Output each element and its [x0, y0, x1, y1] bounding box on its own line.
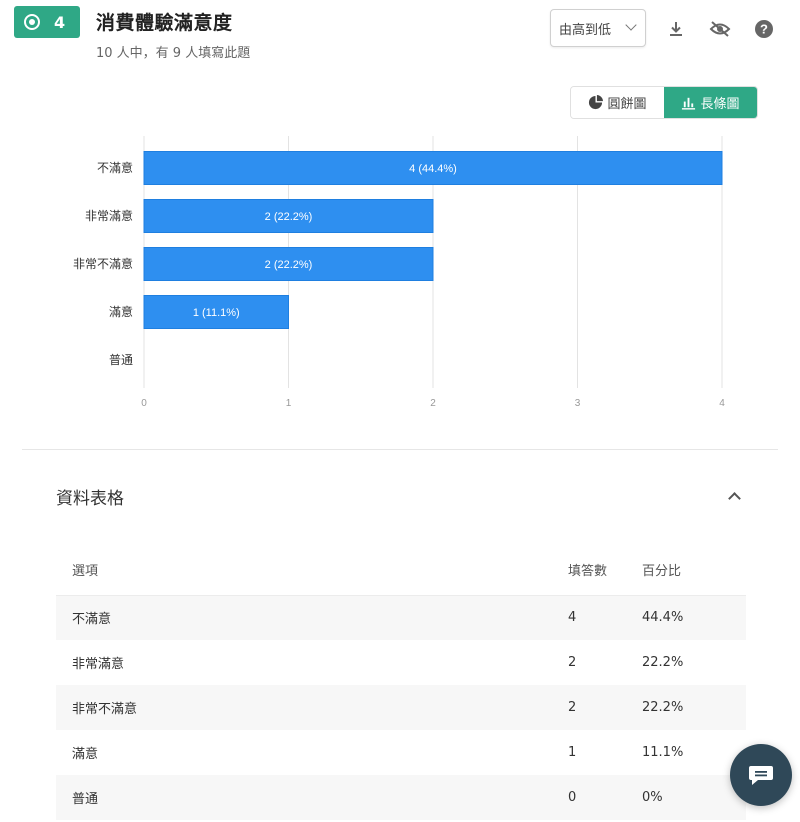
radio-icon: [24, 14, 40, 30]
response-count: 10 人中，有 9 人填寫此題: [96, 46, 251, 61]
column-header-count: 填答數: [568, 545, 642, 596]
y-category-label: 非常滿意: [85, 208, 133, 223]
row-count: 2: [568, 655, 577, 670]
x-tick-label: 4: [719, 398, 725, 409]
data-table-title: 資料表格: [56, 489, 124, 509]
chevron-down-icon: [625, 19, 637, 31]
bar-chart-button[interactable]: 長條圖: [664, 87, 757, 118]
bar-data-label: 2 (22.2%): [265, 211, 313, 223]
row-count: 1: [568, 745, 577, 760]
pie-chart-button[interactable]: 圓餅圖: [571, 87, 664, 118]
row-percent: 22.2%: [642, 685, 746, 730]
bar-chart-label: 長條圖: [700, 97, 740, 112]
row-option: 滿意: [72, 747, 99, 762]
bar-data-label: 4 (44.4%): [409, 163, 457, 175]
table-row: 滿意 1 11.1%: [56, 730, 746, 775]
row-count: 0: [568, 775, 642, 820]
bar-chart-icon: [682, 97, 696, 110]
divider: [22, 449, 778, 450]
chart-type-toggle: 圓餅圖 長條圖: [570, 86, 758, 119]
y-category-label: 非常不滿意: [73, 256, 133, 271]
chat-icon: [749, 766, 773, 785]
question-number-badge[interactable]: 4: [14, 6, 80, 38]
x-tick-label: 1: [286, 398, 292, 409]
row-percent: 44.4%: [642, 595, 746, 640]
download-icon[interactable]: [664, 17, 688, 41]
y-category-label: 普通: [109, 353, 133, 367]
help-icon[interactable]: ?: [752, 17, 776, 41]
table-header-row: 選項 填答數 百分比: [56, 545, 746, 596]
column-header-percent: 百分比: [642, 545, 746, 596]
y-category-label: 不滿意: [97, 160, 133, 175]
chevron-up-icon[interactable]: [726, 488, 742, 504]
bar-chart: 0 1 2 3 4 不滿意 4 (44.4%) 非常滿意 2 (22.2%) 非常不滿意 2 (22…: [0, 130, 800, 420]
row-option: 普通: [56, 775, 568, 820]
y-category-label: 滿意: [109, 304, 133, 319]
chat-button[interactable]: [730, 744, 792, 806]
row-count: 2: [568, 685, 642, 730]
x-tick-label: 2: [430, 398, 436, 409]
bar-chart-svg: 0 1 2 3 4 不滿意 4 (44.4%) 非常滿意 2 (22.2%) 非常不滿意 2 (22…: [73, 136, 725, 409]
eye-off-icon[interactable]: [708, 17, 732, 41]
question-number: 4: [54, 12, 66, 32]
x-tick-label: 0: [141, 398, 147, 409]
row-count: 4: [568, 595, 642, 640]
svg-text:?: ?: [760, 22, 768, 37]
table-row: 非常滿意 2 22.2%: [56, 640, 746, 685]
sort-select-value: 由高到低: [559, 22, 612, 38]
bar-data-label: 1 (11.1%): [193, 307, 240, 319]
row-option: 非常滿意: [72, 657, 125, 672]
row-option: 不滿意: [56, 595, 568, 640]
table-row: 不滿意 4 44.4%: [56, 595, 746, 640]
sort-select[interactable]: 由高到低: [550, 9, 646, 47]
data-table: 選項 填答數 百分比 不滿意 4 44.4% 非常滿意 2 22.2% 非常不滿…: [56, 545, 746, 820]
column-header-option: 選項: [56, 545, 568, 596]
row-option: 非常不滿意: [56, 685, 568, 730]
question-title: 消費體驗滿意度: [96, 12, 233, 34]
row-percent: 22.2%: [642, 655, 684, 670]
x-tick-label: 3: [575, 398, 581, 409]
table-row: 普通 0 0%: [56, 775, 746, 820]
bar-data-label: 2 (22.2%): [265, 259, 313, 271]
pie-chart-icon: [589, 95, 604, 110]
table-row: 非常不滿意 2 22.2%: [56, 685, 746, 730]
pie-chart-label: 圓餅圖: [607, 97, 647, 112]
